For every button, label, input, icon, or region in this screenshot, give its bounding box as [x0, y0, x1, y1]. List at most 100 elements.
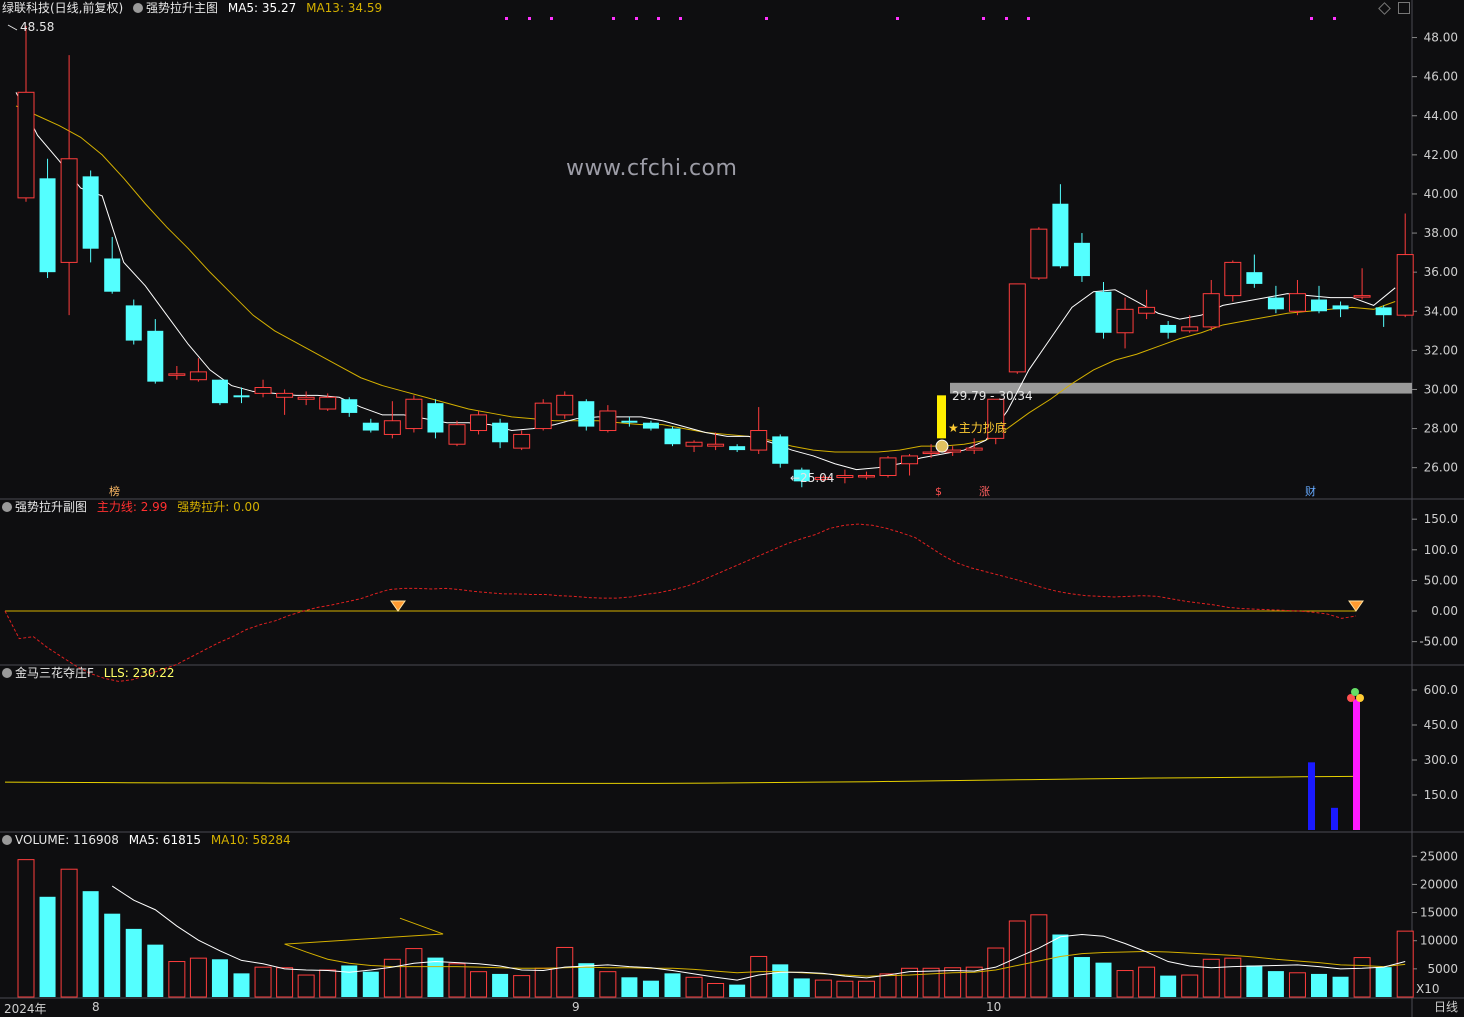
volume-bar: [664, 973, 681, 997]
candle-body: [922, 451, 940, 455]
volume-bar: [1160, 975, 1177, 997]
signal-dot: [896, 17, 899, 20]
volume-bar: [1181, 974, 1199, 998]
candle-body: [362, 422, 379, 431]
volume-bar: [857, 980, 875, 998]
candle-body: [1332, 305, 1349, 310]
indicator-name[interactable]: 强势拉升主图: [133, 1, 218, 15]
y-tick-label: 5000: [1427, 962, 1458, 976]
sub1-panel-header: 强势拉升副图 主力线: 2.99 强势拉升: 0.00: [2, 499, 266, 515]
y-tick-label: 30.00: [1424, 382, 1458, 396]
y-tick-label: 150.0: [1424, 788, 1458, 802]
candle-body: [1311, 299, 1327, 312]
volume-bar: [39, 896, 56, 997]
candle-body: [341, 399, 358, 413]
volume-bar: [405, 948, 423, 998]
volume-bar: [104, 913, 121, 997]
sub2-title[interactable]: 金马三花夺庄F: [15, 666, 94, 680]
sub1-title[interactable]: 强势拉升副图: [15, 500, 87, 514]
volume-bar: [642, 980, 659, 997]
signal-dot: [505, 17, 508, 20]
qsls-value: 强势拉升: 0.00: [177, 500, 260, 514]
mark-cai: 财: [1305, 484, 1316, 498]
volume-bar: [513, 975, 531, 998]
volume-bar: [233, 973, 250, 997]
high-label: 48.58: [20, 20, 54, 34]
volume-bar: [254, 966, 272, 998]
settings-dot-icon[interactable]: [133, 3, 144, 13]
candle-body: [211, 379, 228, 404]
signal-dot: [1310, 17, 1313, 20]
maximize-panel-icon[interactable]: [1398, 2, 1410, 14]
settings-dot-icon[interactable]: [2, 502, 12, 512]
candle: [82, 170, 99, 263]
candle: [772, 434, 789, 468]
candle-body: [1353, 295, 1371, 298]
volume-bar: [125, 928, 142, 997]
zhuli-value: 主力线: 2.99: [96, 500, 168, 514]
candle-body: [556, 394, 574, 416]
signal-dot: [1005, 17, 1008, 20]
y-tick-label: 40.00: [1424, 187, 1458, 201]
volume-bar: [707, 982, 725, 998]
volume-title[interactable]: VOLUME: 116908: [15, 833, 119, 847]
candle-body: [104, 258, 121, 292]
volume-panel-header: VOLUME: 116908 MA5: 61815 MA10: 58284: [2, 832, 297, 848]
volume-bar: [470, 971, 488, 998]
y-tick-label: 50.00: [1424, 573, 1458, 587]
candle-body: [1246, 272, 1263, 284]
y-tick-label: 10000: [1420, 934, 1458, 948]
y-tick-label: 32.00: [1424, 343, 1458, 357]
candle-body: [879, 457, 897, 476]
volume-bar: [599, 971, 617, 998]
candle: [1008, 283, 1026, 374]
volume-bar: [814, 979, 832, 998]
stock-title[interactable]: 绿联科技(日线,前复权): [2, 1, 123, 15]
y-tick-label: 20000: [1420, 877, 1458, 891]
x-label-oct: 10: [986, 1000, 1002, 1014]
candle-body: [233, 395, 250, 398]
volume-bar: [1052, 934, 1069, 997]
settings-dot-icon[interactable]: [2, 668, 12, 678]
mark-zhang: 涨: [979, 485, 990, 498]
candle-body: [1138, 306, 1156, 314]
ma5-value: MA5: 35.27: [227, 1, 297, 15]
volume-bar: [987, 947, 1005, 998]
candle: [1224, 260, 1242, 302]
volume-bar: [1095, 962, 1112, 997]
candle-body: [965, 447, 983, 451]
y-tick-label: 48.00: [1424, 31, 1458, 45]
signal-dot: [635, 17, 638, 20]
volume-bar: [534, 967, 552, 998]
candle-body: [1008, 283, 1026, 373]
candle-body: [836, 474, 854, 478]
ma13-value: MA13: 34.59: [306, 1, 383, 15]
candle-body: [944, 449, 962, 453]
volume-bar: [1332, 976, 1349, 997]
signal-dot: [1027, 17, 1030, 20]
candle: [578, 399, 595, 431]
candle-body: [319, 396, 337, 410]
volume-bar: [1138, 966, 1156, 998]
y-tick-label: 0.00: [1431, 604, 1458, 618]
settings-dot-icon[interactable]: [2, 835, 12, 845]
candle: [125, 299, 142, 345]
period-selector[interactable]: 日线: [1434, 998, 1458, 1015]
candle-body: [189, 371, 207, 381]
y-tick-label: 44.00: [1424, 109, 1458, 123]
x-label-sep: 9: [572, 1000, 580, 1014]
candle-body: [578, 401, 595, 427]
x-label-aug: 8: [92, 1000, 100, 1014]
volume-bar: [1202, 958, 1220, 998]
vol-ma10-value: MA10: 58284: [210, 833, 291, 847]
volume-bar: [729, 984, 746, 997]
zoom-level[interactable]: X10: [1416, 982, 1440, 996]
volume-bar: [82, 891, 99, 997]
volume-bar: [362, 971, 379, 997]
candle-body: [642, 422, 659, 429]
candle-body: [297, 396, 315, 400]
main-panel-header: 绿联科技(日线,前复权) 强势拉升主图 MA5: 35.27 MA13: 34.…: [2, 0, 388, 16]
candle-body: [1116, 308, 1134, 334]
candle: [1030, 227, 1048, 280]
volume-bar: [879, 973, 897, 998]
